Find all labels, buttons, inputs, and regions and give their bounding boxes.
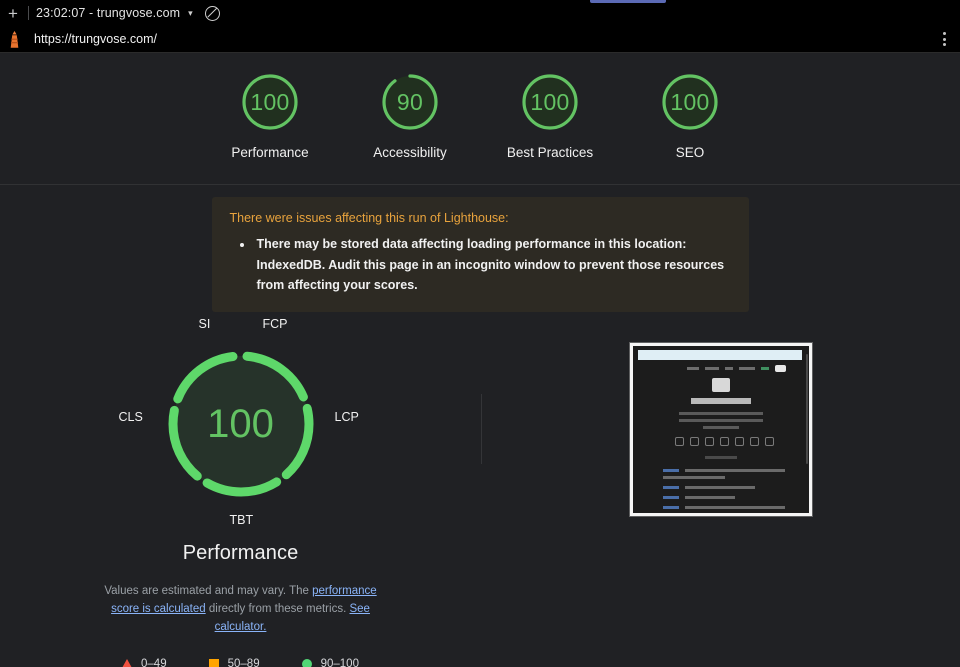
lighthouse-icon — [6, 30, 23, 49]
legend-label: 0–49 — [141, 657, 167, 667]
kebab-menu-icon[interactable] — [936, 32, 952, 46]
score-value: 100 — [670, 88, 710, 115]
toolbar-divider — [28, 6, 29, 20]
note-text-1: Values are estimated and may vary. The — [104, 585, 313, 598]
square-icon — [208, 658, 219, 667]
gauge-ring: 100 — [519, 71, 581, 133]
gauge-ring: 100 — [239, 71, 301, 133]
performance-title: Performance — [182, 542, 299, 565]
no-entry-icon[interactable] — [204, 5, 220, 21]
warning-list: There may be stored data affecting loadi… — [254, 234, 733, 296]
warning-item: There may be stored data affecting loadi… — [254, 234, 733, 296]
gauge-tick-fcp: FCP — [262, 317, 288, 332]
performance-gauge-panel: 100 SI FCP CLS LCP TBT Performance Value… — [0, 317, 481, 667]
thumb-heading — [690, 398, 751, 405]
warning-title: There were issues affecting this run of … — [229, 211, 509, 226]
score-gauge-row: 100 Performance 90 Accessibility 100 Bes… — [0, 71, 960, 162]
score-gauge-best-practices[interactable]: 100 Best Practices — [494, 71, 606, 162]
url-bar: https://trungvose.com/ — [0, 26, 960, 53]
active-tab-indicator — [590, 0, 666, 3]
warnings-section: There were issues affecting this run of … — [0, 185, 960, 313]
score-summary: 100 Performance 90 Accessibility 100 Bes… — [0, 53, 960, 186]
gauge-ring: 100 — [659, 71, 721, 133]
score-value: 100 — [250, 88, 290, 115]
thumbnail-content — [632, 346, 809, 514]
performance-note: Values are estimated and may vary. The p… — [96, 583, 386, 636]
performance-score-value: 100 — [207, 401, 274, 446]
score-label: Accessibility — [373, 145, 447, 160]
gauge-tick-tbt: TBT — [229, 513, 254, 528]
chevron-down-icon[interactable]: ▾ — [188, 8, 193, 19]
warning-banner: There were issues affecting this run of … — [211, 197, 749, 313]
triangle-icon — [122, 659, 133, 667]
gauge-ring: 90 — [379, 71, 441, 133]
gauge-tick-cls: CLS — [118, 410, 143, 425]
circle-icon — [301, 658, 312, 667]
score-label: Performance — [231, 145, 309, 160]
score-legend: 0–49 50–89 90–100 — [122, 658, 359, 667]
score-gauge-performance[interactable]: 100 Performance — [214, 71, 326, 162]
performance-gauge: 100 SI FCP CLS LCP TBT — [119, 317, 359, 527]
browser-tab-strip: + 23:02:07 - trungvose.com ▾ — [0, 0, 960, 26]
score-label: SEO — [675, 145, 705, 160]
new-tab-button[interactable]: + — [2, 2, 24, 24]
legend-item-average: 50–89 — [208, 657, 260, 667]
performance-section: 100 SI FCP CLS LCP TBT Performance Value… — [0, 312, 960, 667]
gauge-tick-si: SI — [198, 317, 211, 332]
score-label: Best Practices — [506, 145, 594, 160]
section-divider — [481, 394, 482, 465]
thumb-social-icons — [674, 437, 774, 447]
page-screenshot-panel — [481, 330, 960, 667]
legend-label: 90–100 — [320, 657, 359, 667]
gauge-tick-lcp: LCP — [334, 410, 359, 425]
note-text-2: directly from these metrics. — [205, 602, 350, 615]
legend-label: 50–89 — [227, 657, 260, 667]
legend-item-pass: 90–100 — [301, 657, 359, 667]
score-value: 100 — [530, 88, 570, 115]
thumb-banner — [637, 350, 802, 361]
url-text[interactable]: https://trungvose.com/ — [34, 32, 936, 46]
thumb-nav — [686, 365, 786, 373]
score-gauge-accessibility[interactable]: 90 Accessibility — [354, 71, 466, 162]
page-thumbnail — [628, 342, 813, 518]
thumb-logo — [711, 378, 730, 393]
score-value: 90 — [396, 88, 424, 115]
score-gauge-seo[interactable]: 100 SEO — [634, 71, 746, 162]
thumb-scrollbar — [805, 354, 808, 465]
report-title: 23:02:07 - trungvose.com — [36, 6, 181, 20]
legend-item-fail: 0–49 — [122, 658, 167, 667]
